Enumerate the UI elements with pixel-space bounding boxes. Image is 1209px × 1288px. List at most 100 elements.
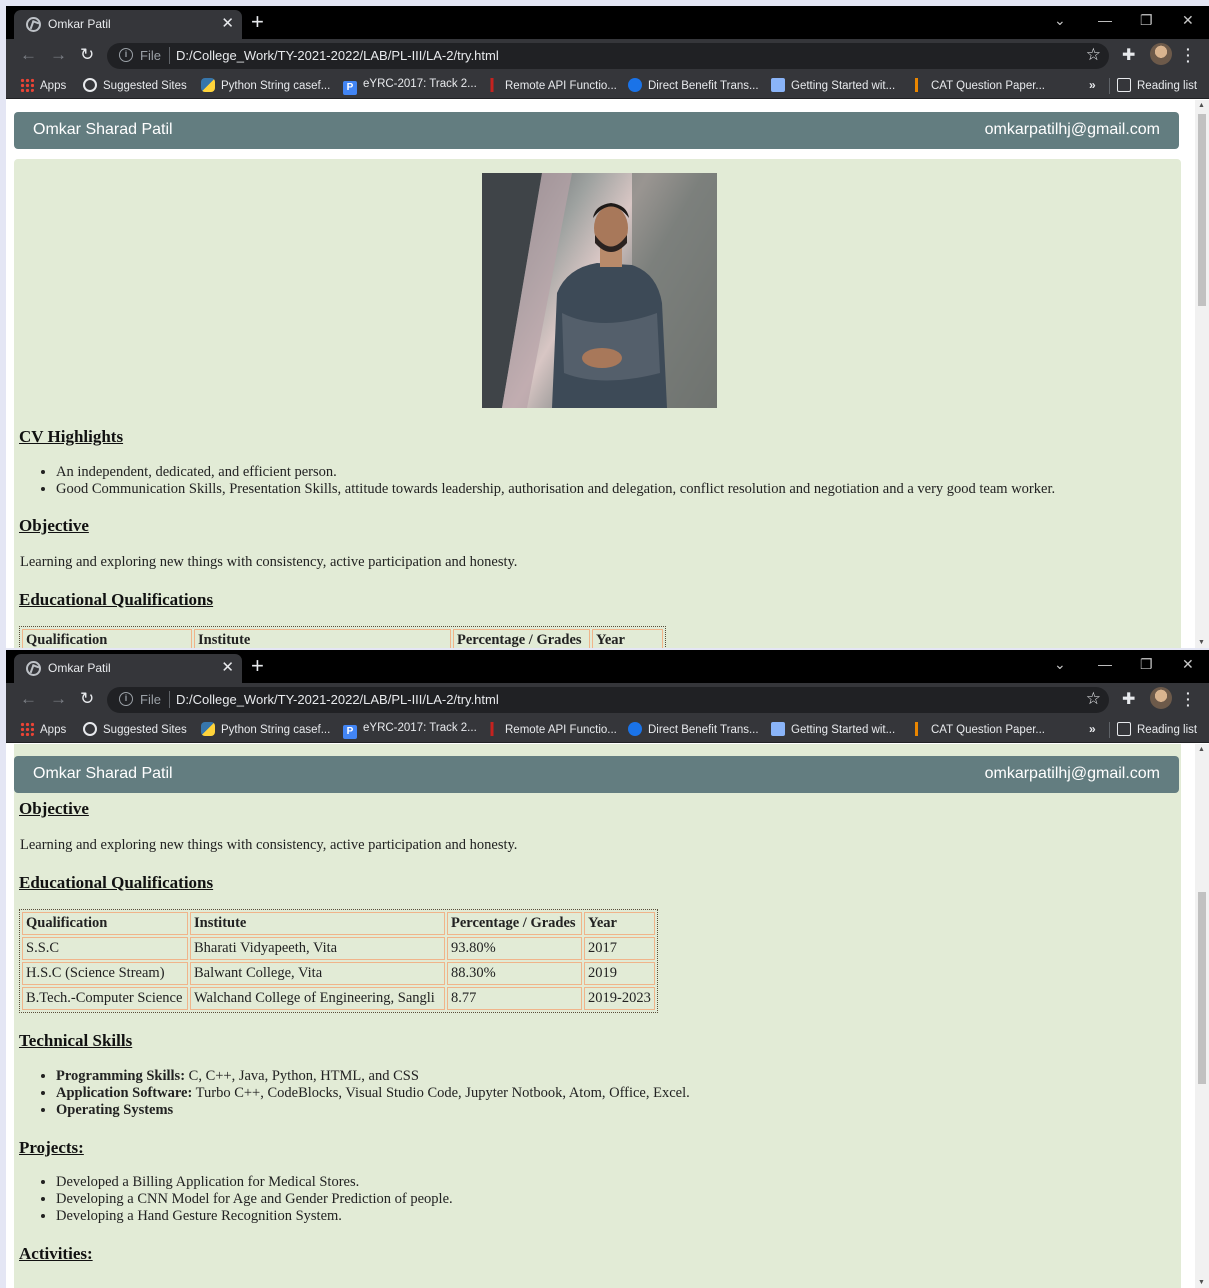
- more-bookmarks-chevron[interactable]: »: [1089, 78, 1096, 92]
- more-bookmarks-chevron[interactable]: »: [1089, 722, 1096, 736]
- cv-content: CV Highlights An independent, dedicated,…: [14, 159, 1181, 648]
- list-item: An independent, dedicated, and efficient…: [56, 464, 1055, 481]
- address-bar[interactable]: i File D:/College_Work/TY-2021-2022/LAB/…: [107, 687, 1109, 713]
- scrollbar[interactable]: ▲ ▼: [1195, 100, 1209, 648]
- divider: [1109, 78, 1110, 94]
- bookmark-apps[interactable]: Apps: [20, 722, 66, 738]
- restore-icon[interactable]: ❐: [1140, 656, 1153, 673]
- info-icon[interactable]: i: [119, 48, 133, 62]
- bookmark-direct-benefit[interactable]: Direct Benefit Trans...: [628, 78, 759, 94]
- reload-icon[interactable]: ↻: [80, 689, 94, 709]
- header-name: Omkar Sharad Patil: [33, 765, 173, 782]
- browser-tab[interactable]: Omkar Patil ✕: [14, 654, 242, 683]
- bookmark-star-icon[interactable]: ☆: [1086, 689, 1101, 709]
- cat-icon: [911, 722, 925, 736]
- education-heading: Educational Qualifications: [19, 873, 214, 892]
- table-cell: Balwant College, Vita: [190, 962, 445, 985]
- extensions-puzzle-icon[interactable]: ✚: [1122, 689, 1135, 709]
- browser-window-bottom: Omkar Patil ✕ + ⌄ — ❐ ✕ ← → ↻ i File D:/…: [6, 650, 1209, 1288]
- skills-list: Programming Skills: C, C++, Java, Python…: [38, 1068, 690, 1119]
- forward-icon[interactable]: →: [50, 689, 67, 709]
- bookmark-getting-started[interactable]: Getting Started wit...: [771, 722, 895, 738]
- scroll-up-arrow[interactable]: ▲: [1198, 746, 1205, 753]
- cv-highlights-heading: CV Highlights: [19, 427, 124, 446]
- bookmark-remote-api[interactable]: Remote API Functio...: [485, 78, 617, 94]
- globe-icon: [26, 17, 41, 32]
- new-tab-button[interactable]: +: [251, 654, 264, 678]
- technical-skills-heading: Technical Skills: [19, 1031, 133, 1050]
- forward-icon[interactable]: →: [50, 45, 67, 65]
- education-table: Qualification Institute Percentage / Gra…: [19, 909, 658, 1013]
- table-header: Qualification: [22, 912, 188, 935]
- bookmark-eyrc[interactable]: PeYRC-2017: Track 2...: [343, 78, 477, 95]
- back-icon[interactable]: ←: [20, 45, 37, 65]
- url-text[interactable]: D:/College_Work/TY-2021-2022/LAB/PL-III/…: [176, 692, 499, 707]
- bookmark-remote-api[interactable]: Remote API Functio...: [485, 722, 617, 738]
- url-text[interactable]: D:/College_Work/TY-2021-2022/LAB/PL-III/…: [176, 48, 499, 63]
- minimize-icon[interactable]: —: [1098, 12, 1112, 28]
- bookmarks-bar: Apps Suggested Sites Python String casef…: [6, 717, 1209, 743]
- extensions-puzzle-icon[interactable]: ✚: [1122, 45, 1135, 65]
- scroll-up-arrow[interactable]: ▲: [1198, 102, 1205, 109]
- kebab-menu-icon[interactable]: · · ·: [1186, 42, 1191, 68]
- bookmark-suggested-sites[interactable]: Suggested Sites: [83, 722, 187, 738]
- close-tab-icon[interactable]: ✕: [221, 14, 234, 32]
- scrollbar-thumb[interactable]: [1198, 114, 1206, 306]
- table-header: Year: [592, 629, 663, 648]
- scroll-down-arrow[interactable]: ▼: [1198, 639, 1205, 646]
- minimize-icon[interactable]: —: [1098, 656, 1112, 672]
- table-row: S.S.C Bharati Vidyapeeth, Vita 93.80% 20…: [22, 937, 655, 960]
- bookmark-python-string[interactable]: Python String casef...: [201, 722, 330, 738]
- tab-search-icon[interactable]: ⌄: [1054, 656, 1066, 673]
- header-email[interactable]: omkarpatilhj@gmail.com: [985, 121, 1160, 139]
- close-window-icon[interactable]: ✕: [1182, 656, 1194, 673]
- bookmark-direct-benefit[interactable]: Direct Benefit Trans...: [628, 722, 759, 738]
- education-heading: Educational Qualifications: [19, 590, 214, 609]
- reading-list-button[interactable]: Reading list: [1117, 722, 1197, 738]
- globe-icon: [83, 78, 97, 92]
- table-cell: Bharati Vidyapeeth, Vita: [190, 937, 445, 960]
- reload-icon[interactable]: ↻: [80, 45, 94, 65]
- toolbar: ← → ↻ i File D:/College_Work/TY-2021-202…: [6, 683, 1209, 717]
- python-icon: [201, 722, 215, 736]
- bookmark-cat-question[interactable]: CAT Question Paper...: [911, 78, 1045, 94]
- info-icon[interactable]: i: [119, 692, 133, 706]
- p-icon: P: [343, 725, 357, 739]
- divider: [1109, 722, 1110, 738]
- back-icon[interactable]: ←: [20, 689, 37, 709]
- apps-grid-icon: [20, 722, 34, 736]
- bookmark-python-string[interactable]: Python String casef...: [201, 78, 330, 94]
- scroll-down-arrow[interactable]: ▼: [1198, 1279, 1205, 1286]
- kebab-menu-icon[interactable]: · · ·: [1186, 686, 1191, 712]
- address-bar[interactable]: i File D:/College_Work/TY-2021-2022/LAB/…: [107, 43, 1109, 69]
- bookmark-suggested-sites[interactable]: Suggested Sites: [83, 78, 187, 94]
- close-window-icon[interactable]: ✕: [1182, 12, 1194, 29]
- list-item: Programming Skills: C, C++, Java, Python…: [56, 1068, 690, 1085]
- close-tab-icon[interactable]: ✕: [221, 658, 234, 676]
- bookmark-eyrc[interactable]: PeYRC-2017: Track 2...: [343, 722, 477, 739]
- table-cell: S.S.C: [22, 937, 188, 960]
- table-cell: B.Tech.-Computer Science: [22, 987, 188, 1010]
- bookmark-getting-started[interactable]: Getting Started wit...: [771, 78, 895, 94]
- table-row: H.S.C (Science Stream) Balwant College, …: [22, 962, 655, 985]
- bookmark-apps[interactable]: Apps: [20, 78, 66, 94]
- objective-text: Learning and exploring new things with c…: [20, 837, 518, 853]
- list-item: Developing a CNN Model for Age and Gende…: [56, 1191, 453, 1208]
- bookmark-star-icon[interactable]: ☆: [1086, 45, 1101, 65]
- new-tab-button[interactable]: +: [251, 10, 264, 34]
- restore-icon[interactable]: ❐: [1140, 12, 1153, 29]
- browser-tab[interactable]: Omkar Patil ✕: [14, 10, 242, 39]
- cv-highlights-list: An independent, dedicated, and efficient…: [38, 464, 1055, 498]
- profile-avatar[interactable]: [1150, 43, 1172, 65]
- doc-icon: [771, 722, 785, 736]
- header-email[interactable]: omkarpatilhj@gmail.com: [985, 765, 1160, 783]
- reading-list-button[interactable]: Reading list: [1117, 78, 1197, 94]
- bookmark-cat-question[interactable]: CAT Question Paper...: [911, 722, 1045, 738]
- objective-heading: Objective: [19, 516, 89, 535]
- scrollbar-thumb[interactable]: [1198, 892, 1206, 1084]
- tab-strip: Omkar Patil ✕ + ⌄ — ❐ ✕: [6, 650, 1209, 683]
- scrollbar[interactable]: ▲ ▼: [1195, 744, 1209, 1288]
- profile-avatar[interactable]: [1150, 687, 1172, 709]
- page-viewport: Omkar Sharad Patil omkarpatilhj@gmail.co…: [6, 100, 1195, 648]
- tab-search-icon[interactable]: ⌄: [1054, 12, 1066, 29]
